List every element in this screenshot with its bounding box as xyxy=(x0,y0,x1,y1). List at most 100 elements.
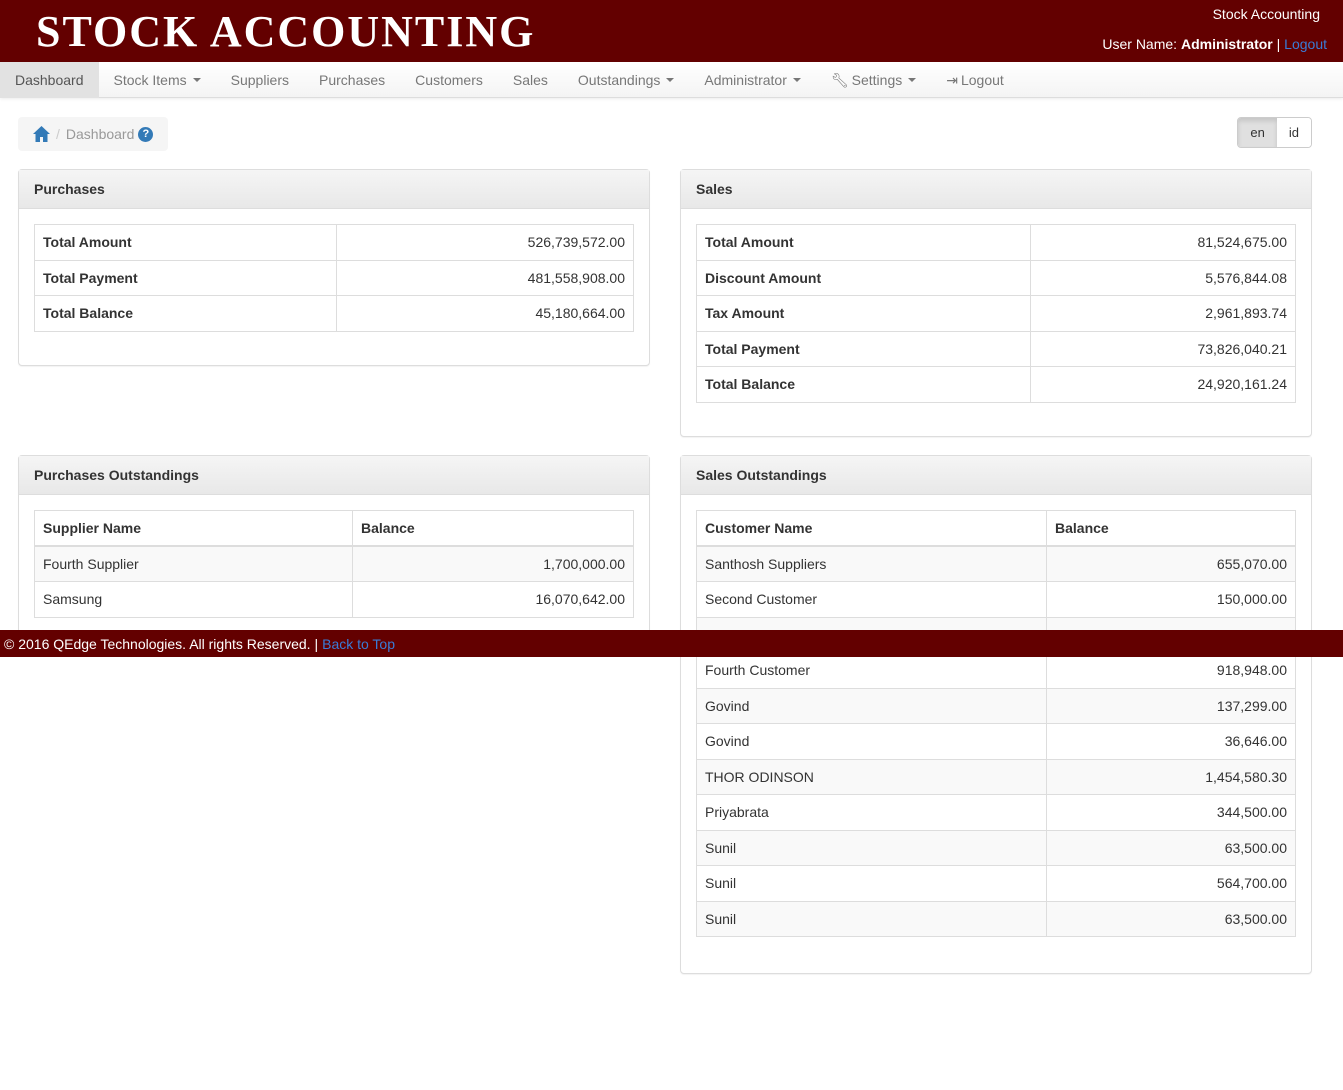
footer: © 2016 QEdge Technologies. All rights Re… xyxy=(0,630,1343,657)
nav-label: Purchases xyxy=(319,72,386,88)
nav-label: Stock Items xyxy=(113,72,187,88)
name-cell: Priyabrata xyxy=(696,794,1047,831)
nav-label: Dashboard xyxy=(15,72,84,88)
nav-customers[interactable]: Customers xyxy=(400,62,498,98)
breadcrumb-current: Dashboard xyxy=(65,126,135,142)
balance-cell: 918,948.00 xyxy=(1046,652,1296,689)
row-label: Total Amount xyxy=(34,224,337,261)
table-row: Sunil 564,700.00 xyxy=(696,865,1296,902)
balance-cell: 344,500.00 xyxy=(1046,794,1296,831)
table-row: Govind 137,299.00 xyxy=(696,687,1296,724)
name-cell: Second Customer xyxy=(696,581,1047,618)
sales-table: Total Amount 81,524,675.00 Discount Amount… xyxy=(696,224,1296,403)
table-row: Tax Amount 2,961,893.74 xyxy=(696,295,1296,332)
home-icon[interactable] xyxy=(33,126,50,142)
column-header: Supplier Name xyxy=(34,510,353,547)
breadcrumb-separator: / xyxy=(56,126,60,142)
lang-id-button[interactable]: id xyxy=(1276,118,1311,147)
row-label: Total Balance xyxy=(696,366,1031,403)
column-header: Customer Name xyxy=(696,510,1047,547)
table-row: Fourth Supplier 1,700,000.00 xyxy=(34,545,634,582)
balance-cell: 36,646.00 xyxy=(1046,723,1296,760)
table-row: Samsung 16,070,642.00 xyxy=(34,581,634,618)
table-row: Total Amount 526,739,572.00 xyxy=(34,224,634,261)
wrench-icon: 🔧︎ xyxy=(830,71,849,88)
balance-cell: 655,070.00 xyxy=(1046,545,1296,582)
nav-stock-items[interactable]: Stock Items xyxy=(99,62,216,98)
table-row: Santhosh Suppliers 655,070.00 xyxy=(696,545,1296,582)
name-cell: Samsung xyxy=(34,581,353,618)
row-label: Discount Amount xyxy=(696,259,1031,296)
table-row: THOR ODINSON 1,454,580.30 xyxy=(696,758,1296,795)
sales-panel: Sales Total Amount 81,524,675.00 Discount … xyxy=(680,169,1312,437)
balance-cell: 63,500.00 xyxy=(1046,829,1296,866)
caret-down-icon xyxy=(666,78,675,82)
nav-administrator[interactable]: Administrator xyxy=(689,62,815,98)
balance-cell: 63,500.00 xyxy=(1046,900,1296,937)
row-value: 73,826,040.21 xyxy=(1030,330,1296,367)
main-nav: Dashboard Stock Items Suppliers Purchase… xyxy=(0,62,1343,98)
header-logout-link[interactable]: Logout xyxy=(1284,36,1327,52)
nav-purchases[interactable]: Purchases xyxy=(304,62,400,98)
panel-title: Sales xyxy=(681,170,1311,209)
row-value: 45,180,664.00 xyxy=(336,295,634,332)
panel-title: Purchases xyxy=(19,170,649,209)
sales-outstandings-panel: Sales Outstandings Customer Name Balance … xyxy=(680,455,1312,974)
caret-down-icon xyxy=(792,78,801,82)
purchases-panel: Purchases Total Amount 526,739,572.00 Tota… xyxy=(18,169,650,366)
name-cell: Sunil xyxy=(696,829,1047,866)
panel-title: Sales Outstandings xyxy=(681,456,1311,495)
nav-label: Customers xyxy=(415,72,483,88)
balance-cell: 137,299.00 xyxy=(1046,687,1296,724)
nav-label: Outstandings xyxy=(577,72,661,88)
row-value: 5,576,844.08 xyxy=(1030,259,1296,296)
name-cell: THOR ODINSON xyxy=(696,758,1047,795)
table-row: Discount Amount 5,576,844.08 xyxy=(696,259,1296,296)
name-cell: Govind xyxy=(696,687,1047,724)
row-label: Total Payment xyxy=(696,330,1031,367)
app-header: STOCK ACCOUNTING Stock Accounting User N… xyxy=(0,0,1343,62)
logout-icon: ⇥ xyxy=(946,71,958,88)
balance-cell: 564,700.00 xyxy=(1046,865,1296,902)
balance-cell: 16,070,642.00 xyxy=(352,581,634,618)
nav-settings[interactable]: 🔧︎ Settings xyxy=(816,62,931,98)
table-row: Priyabrata 344,500.00 xyxy=(696,794,1296,831)
lang-en-button[interactable]: en xyxy=(1238,118,1277,147)
column-header: Balance xyxy=(1046,510,1296,547)
caret-down-icon xyxy=(192,78,201,82)
logo: STOCK ACCOUNTING xyxy=(36,7,536,56)
row-label: Tax Amount xyxy=(696,295,1031,332)
nav-label: Suppliers xyxy=(230,72,290,88)
row-value: 526,739,572.00 xyxy=(336,224,634,261)
copyright: © 2016 QEdge Technologies. All rights Re… xyxy=(4,635,319,652)
nav-label: Settings xyxy=(851,72,903,88)
language-switcher: en id xyxy=(1237,117,1312,148)
table-row: Second Customer 150,000.00 xyxy=(696,581,1296,618)
name-cell: Santhosh Suppliers xyxy=(696,545,1047,582)
back-to-top-link[interactable]: Back to Top xyxy=(322,636,395,652)
row-value: 81,524,675.00 xyxy=(1030,224,1296,261)
nav-dashboard[interactable]: Dashboard xyxy=(0,62,99,98)
nav-sales[interactable]: Sales xyxy=(498,62,563,98)
caret-down-icon xyxy=(908,78,917,82)
table-row: Sunil 63,500.00 xyxy=(696,900,1296,937)
balance-cell: 1,454,580.30 xyxy=(1046,758,1296,795)
name-cell: Sunil xyxy=(696,865,1047,902)
nav-logout[interactable]: ⇥ Logout xyxy=(931,62,1019,98)
row-value: 481,558,908.00 xyxy=(336,259,634,296)
table-row: Govind 36,646.00 xyxy=(696,723,1296,760)
table-row: Fourth Customer 918,948.00 xyxy=(696,652,1296,689)
row-label: Total Payment xyxy=(34,259,337,296)
purchases-outstandings-panel: Purchases Outstandings Supplier Name Bala… xyxy=(18,455,650,655)
name-cell: Fourth Customer xyxy=(696,652,1047,689)
separator: | xyxy=(1276,36,1281,52)
name-cell: Fourth Supplier xyxy=(34,545,353,582)
nav-suppliers[interactable]: Suppliers xyxy=(216,62,304,98)
purchases-table: Total Amount 526,739,572.00 Total Payment 4… xyxy=(34,224,634,332)
table-row: Total Payment 73,826,040.21 xyxy=(696,330,1296,367)
nav-label: Logout xyxy=(960,72,1004,88)
help-icon[interactable]: ? xyxy=(138,126,154,142)
table-row: Total Payment 481,558,908.00 xyxy=(34,259,634,296)
nav-outstandings[interactable]: Outstandings xyxy=(563,62,690,98)
balance-cell: 150,000.00 xyxy=(1046,581,1296,618)
